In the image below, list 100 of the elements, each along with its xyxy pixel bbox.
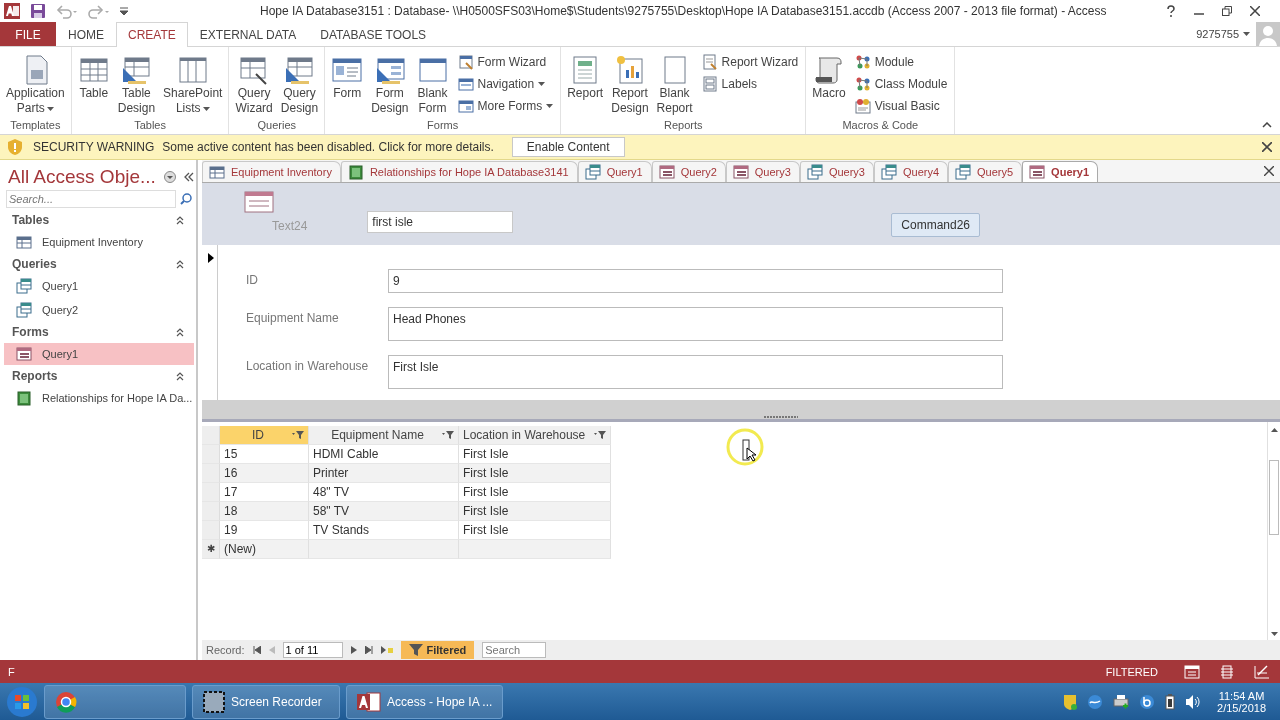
splitter-grip-icon[interactable] (764, 415, 798, 419)
input-field[interactable]: first isle (367, 211, 514, 233)
help-icon[interactable] (1166, 5, 1176, 17)
ribbon-tab[interactable]: EXTERNAL DATA (187, 22, 309, 46)
column-header[interactable]: Location in Warehouse (459, 426, 611, 445)
document-tab[interactable]: Query2 (651, 161, 726, 182)
table-icon (209, 164, 225, 180)
document-tab[interactable]: Query4 (873, 161, 949, 182)
column-header[interactable]: Equipment Name (309, 426, 459, 445)
search-field[interactable]: Search... (6, 190, 176, 208)
close-icon[interactable] (1262, 142, 1272, 152)
ribbon-tab[interactable]: DATABASE TOOLS (308, 22, 439, 46)
document-tab[interactable]: Query1 (577, 161, 652, 182)
enable-content-button[interactable]: Enable Content (511, 137, 625, 157)
column-header[interactable]: ID (220, 426, 309, 445)
clock-date[interactable]: 2/15/2018 (1217, 701, 1266, 714)
group-header[interactable]: Forms (12, 325, 49, 339)
dropdown-caret-icon (46, 106, 54, 111)
ribbon-button[interactable]: SharePoint Lists (160, 50, 226, 116)
clock-time[interactable]: 11:54 AM (1218, 689, 1265, 702)
ribbon-button[interactable]: Module (854, 52, 952, 71)
ribbon-tab[interactable]: HOME (56, 22, 116, 46)
sync-icon[interactable] (1087, 693, 1104, 710)
group-header[interactable]: Tables (12, 213, 50, 227)
ribbon-button[interactable]: Form Design (368, 50, 412, 116)
input-field[interactable]: 9 (388, 269, 1003, 293)
taskbar-button[interactable]: Screen Recorder (192, 684, 340, 719)
taskbar-button[interactable]: Access - Hope IA ... (346, 684, 504, 719)
document-tab[interactable]: Query3 (725, 161, 800, 182)
warning-message[interactable]: Some active content has been disabled. Click for more details. (162, 140, 494, 154)
document-tab[interactable]: Query5 (948, 161, 1023, 182)
nav-item[interactable]: Query1 (4, 275, 194, 297)
design-view-icon[interactable] (1254, 664, 1270, 679)
group-header[interactable]: Queries (12, 257, 57, 271)
collapse-chevron-icon[interactable] (176, 215, 184, 225)
ribbon-button[interactable]: Report Design (608, 50, 652, 116)
document-tab[interactable]: Equipment Inventory (202, 161, 341, 182)
ribbon-button[interactable]: More Forms (457, 96, 558, 115)
collapse-chevron-icon[interactable] (176, 259, 184, 269)
document-tab[interactable]: Relationships for Hope IA Database3141 (340, 161, 578, 182)
input-field[interactable]: First Isle (388, 355, 1003, 389)
ribbon-button[interactable]: Navigation (457, 74, 558, 93)
collapse-ribbon-icon[interactable] (1262, 122, 1272, 128)
access-logo-icon[interactable] (4, 3, 20, 19)
new-record-icon[interactable] (380, 646, 393, 654)
datasheet-view-icon[interactable] (1220, 664, 1234, 679)
nav-item[interactable]: Query2 (4, 299, 194, 321)
circle-b-icon[interactable] (1139, 693, 1156, 710)
shield-icon[interactable] (1063, 693, 1078, 710)
printer-icon[interactable] (1113, 693, 1130, 710)
next-record-icon[interactable] (350, 646, 357, 654)
ribbon-tab[interactable]: CREATE (116, 22, 188, 47)
ribbon-button[interactable]: Macro (809, 50, 849, 101)
new-row-marker[interactable]: ✱ (202, 540, 220, 559)
ribbon-button[interactable]: Form (328, 50, 367, 101)
search-field[interactable]: Search (482, 642, 547, 658)
scrollbar[interactable] (1267, 422, 1280, 640)
form-view-icon[interactable] (1184, 664, 1200, 679)
collapse-pane-icon[interactable] (183, 172, 194, 182)
ribbon-button[interactable]: Report (564, 50, 607, 101)
first-record-icon[interactable] (252, 646, 261, 654)
filter-toggle-button[interactable]: Filtered (400, 641, 475, 659)
close-icon[interactable] (1264, 166, 1274, 176)
ribbon-button[interactable]: Table (74, 50, 113, 101)
input-field[interactable]: Head Phones (388, 307, 1003, 341)
document-tab[interactable]: Query3 (799, 161, 874, 182)
ribbon-button[interactable]: Blank Report (653, 50, 696, 116)
group-header[interactable]: Reports (12, 369, 58, 383)
nav-item[interactable]: Equipment Inventory (4, 231, 194, 253)
user-name[interactable]: 9275755 (1196, 28, 1243, 40)
battery-icon[interactable] (1165, 693, 1176, 710)
search-icon[interactable] (180, 193, 192, 205)
volume-icon[interactable] (1185, 693, 1202, 710)
save-icon[interactable] (30, 3, 46, 19)
command-button[interactable]: Command26 (891, 213, 980, 237)
nav-item[interactable]: Relationships for Hope IA Da... (4, 387, 194, 409)
restore-icon[interactable] (1222, 6, 1232, 16)
ribbon-button[interactable]: Visual Basic (854, 96, 952, 115)
ribbon-button[interactable]: Class Module (854, 74, 952, 93)
start-button-icon[interactable] (6, 685, 38, 718)
ribbon-button[interactable]: Query Design (277, 50, 322, 116)
pane-title[interactable]: All Access Obje... (8, 166, 156, 188)
ribbon-button[interactable]: Labels (701, 74, 803, 93)
ribbon-button[interactable]: Report Wizard (701, 52, 803, 71)
nav-item[interactable]: Query1 (4, 343, 194, 365)
file-tab[interactable]: FILE (0, 22, 56, 46)
last-record-icon[interactable] (364, 646, 373, 654)
ribbon-button[interactable]: Blank Form (413, 50, 452, 116)
ribbon-button[interactable]: Table Design (114, 50, 159, 116)
collapse-chevron-icon[interactable] (176, 327, 184, 337)
close-icon[interactable] (1250, 6, 1260, 16)
ribbon-button[interactable]: Form Wizard (457, 52, 558, 71)
ribbon-button[interactable]: Query Wizard (232, 50, 276, 116)
dropdown-circle-icon[interactable] (163, 171, 176, 183)
ribbon-button[interactable]: Application Parts (3, 50, 68, 116)
document-tab[interactable]: Query1 (1022, 161, 1099, 182)
record-number-field[interactable]: 1 of 11 (282, 642, 343, 658)
wizard-report-icon (701, 53, 718, 70)
customize-caret-icon[interactable] (120, 7, 128, 15)
collapse-chevron-icon[interactable] (176, 371, 184, 381)
